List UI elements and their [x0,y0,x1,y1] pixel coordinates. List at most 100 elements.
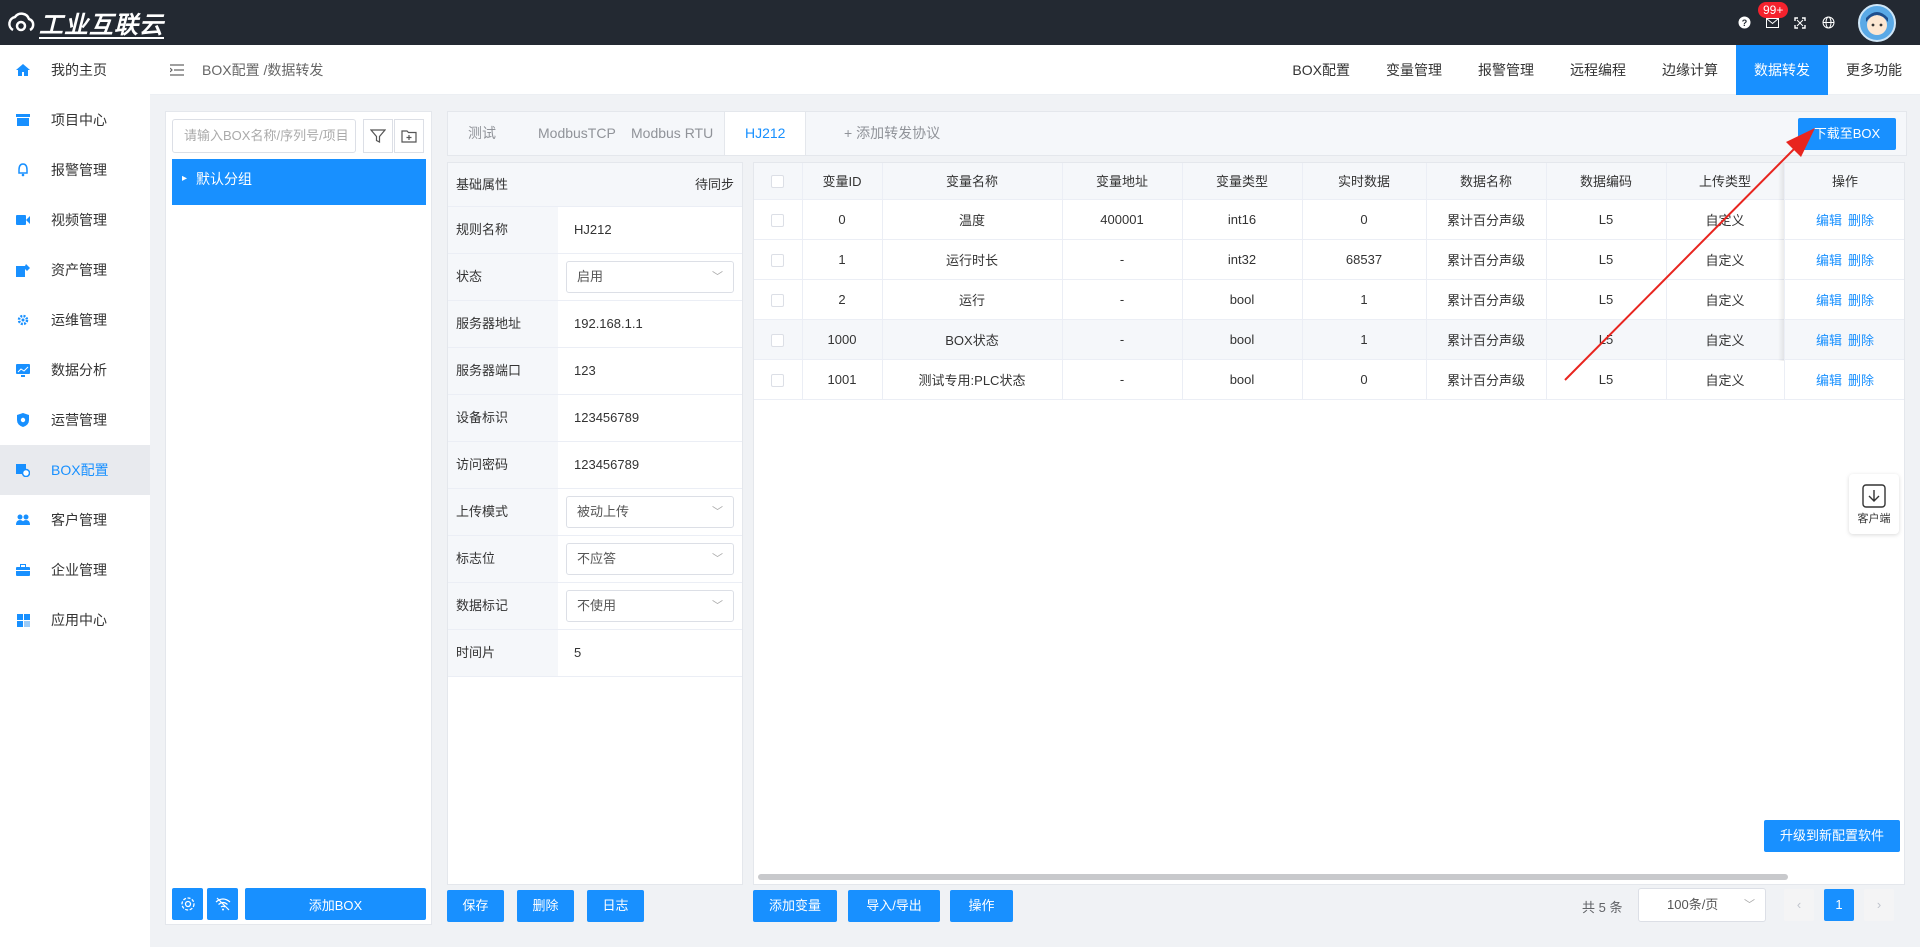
edit-link[interactable]: 编辑 [1816,293,1842,308]
download-to-box-button[interactable]: 下载至BOX [1798,118,1896,150]
protocol-tab[interactable]: Modbus RTU [611,112,733,155]
sidebar-item[interactable]: 报警管理 [0,145,150,195]
expand-arrow-icon[interactable]: ▸ [182,159,187,199]
tree-group-default[interactable]: ▸ 默认分组 [172,159,426,205]
top-nav-tab[interactable]: 远程编程 [1552,45,1644,95]
row-checkbox[interactable] [754,319,803,360]
sidebar-item[interactable]: BOX配置 [0,445,150,495]
wifi-off-button[interactable] [207,888,238,920]
sidebar-item[interactable]: 企业管理 [0,545,150,595]
table-cell: 自定义 [1666,359,1785,400]
sidebar-item[interactable]: 数据分析 [0,345,150,395]
filter-button[interactable] [363,119,393,153]
fullscreen-icon[interactable] [1792,15,1808,31]
horizontal-scrollbar[interactable] [758,874,1788,880]
delete-link[interactable]: 删除 [1848,253,1874,268]
protocol-tab[interactable]: 测试 [448,112,516,155]
add-protocol-tab[interactable]: + 添加转发协议 [824,112,960,155]
table-cell: 累计百分声级 [1426,239,1547,280]
log-button[interactable]: 日志 [587,890,644,922]
sidebar-item[interactable]: 我的主页 [0,45,150,95]
menu-toggle-icon[interactable] [170,63,184,76]
upgrade-software-button[interactable]: 升级到新配置软件 [1764,820,1900,852]
client-label: 客户端 [1857,513,1891,525]
property-label: 上传模式 [448,489,558,535]
mail-icon[interactable]: 99+ [1758,1,1789,31]
table-row[interactable]: 2 运行 - bool 1 累计百分声级 L5 自定义 编辑 删除 [754,279,1904,320]
chevron-down-icon: ﹀ [1744,899,1755,911]
edit-link[interactable]: 编辑 [1816,213,1842,228]
top-nav-tab[interactable]: 变量管理 [1368,45,1460,95]
sidebar-item-label: BOX配置 [51,462,109,478]
sidebar-item[interactable]: 应用中心 [0,595,150,645]
column-header: 变量ID [802,163,883,200]
protocol-tab[interactable]: HJ212 [724,112,807,155]
logo[interactable]: 工业互联云 [6,5,164,40]
row-checkbox[interactable] [754,279,803,320]
delete-link[interactable]: 删除 [1848,293,1874,308]
property-select[interactable]: 被动上传 ﹀ [566,496,734,528]
delete-link[interactable]: 删除 [1848,373,1874,388]
table-row[interactable]: 1000 BOX状态 - bool 1 累计百分声级 L5 自定义 编辑 删除 [754,319,1904,360]
sidebar-item[interactable]: 视频管理 [0,195,150,245]
property-select[interactable]: 启用 ﹀ [566,261,734,293]
select-all-checkbox[interactable] [754,163,803,200]
table-row[interactable]: 0 温度 400001 int16 0 累计百分声级 L5 自定义 编辑 删除 [754,199,1904,240]
property-row: 状态 启用 ﹀ [448,254,742,301]
property-value[interactable]: 5 [558,630,742,676]
row-checkbox[interactable] [754,199,803,240]
save-button[interactable]: 保存 [447,890,504,922]
top-nav-tab[interactable]: 报警管理 [1460,45,1552,95]
avatar[interactable] [1858,3,1896,42]
globe-icon[interactable] [1820,15,1836,31]
table-cell: 运行时长 [882,239,1063,280]
sidebar-item-label: 视频管理 [51,212,107,228]
import-export-button[interactable]: 导入/导出 [848,890,940,922]
property-select[interactable]: 不应答 ﹀ [566,543,734,575]
sidebar-item[interactable]: 资产管理 [0,245,150,295]
property-value[interactable]: HJ212 [558,207,742,253]
sidebar-item[interactable]: 运维管理 [0,295,150,345]
box-icon [16,463,30,477]
edit-link[interactable]: 编辑 [1816,253,1842,268]
top-nav-tab[interactable]: 更多功能 [1828,45,1920,95]
prev-page-button[interactable]: ‹ [1784,889,1814,921]
table-cell: 累计百分声级 [1426,279,1547,320]
sidebar: 我的主页 项目中心 报警管理视频管理资产管理 运维管理 数据分析 运营管理 BOX配置客户管… [0,45,150,947]
cloud-logo-icon [8,12,35,31]
delete-link[interactable]: 删除 [1848,333,1874,348]
add-variable-button[interactable]: 添加变量 [753,890,837,922]
sidebar-item[interactable]: 项目中心 [0,95,150,145]
property-value[interactable]: 123456789 [558,442,742,488]
help-icon[interactable]: ? [1736,15,1752,31]
property-value[interactable]: 123456789 [558,395,742,441]
sidebar-item[interactable]: 运营管理 [0,395,150,445]
table-row[interactable]: 1 运行时长 - int32 68537 累计百分声级 L5 自定义 编辑 删除 [754,239,1904,280]
property-label: 数据标记 [448,583,558,629]
top-nav-tab[interactable]: 边缘计算 [1644,45,1736,95]
edit-link[interactable]: 编辑 [1816,373,1842,388]
client-download-widget[interactable]: 客户端 [1849,474,1899,534]
add-folder-button[interactable] [394,119,424,153]
top-nav-tab[interactable]: 数据转发 [1736,45,1828,95]
page-size-select[interactable]: 100条/页 ﹀ [1638,888,1766,922]
row-checkbox[interactable] [754,359,803,400]
box-search-input[interactable]: 请输入BOX名称/序列号/项目 [172,119,356,153]
property-value[interactable]: 192.168.1.1 [558,301,742,347]
top-nav-tab[interactable]: BOX配置 [1274,45,1368,95]
property-value[interactable]: 123 [558,348,742,394]
settings-button[interactable] [172,888,203,920]
property-select[interactable]: 不使用 ﹀ [566,590,734,622]
operate-button[interactable]: 操作 [950,890,1013,922]
next-page-button[interactable]: › [1864,889,1894,921]
edit-link[interactable]: 编辑 [1816,333,1842,348]
page-number-button[interactable]: 1 [1824,889,1854,921]
sidebar-item[interactable]: 客户管理 [0,495,150,545]
row-checkbox[interactable] [754,239,803,280]
top-right-tools: ? 99+ [1724,0,1920,45]
delete-button[interactable]: 删除 [517,890,574,922]
table-cell: L5 [1546,239,1667,280]
delete-link[interactable]: 删除 [1848,213,1874,228]
add-box-button[interactable]: 添加BOX [245,888,426,920]
table-row[interactable]: 1001 测试专用:PLC状态 - bool 0 累计百分声级 L5 自定义 编辑 删除 [754,359,1904,400]
